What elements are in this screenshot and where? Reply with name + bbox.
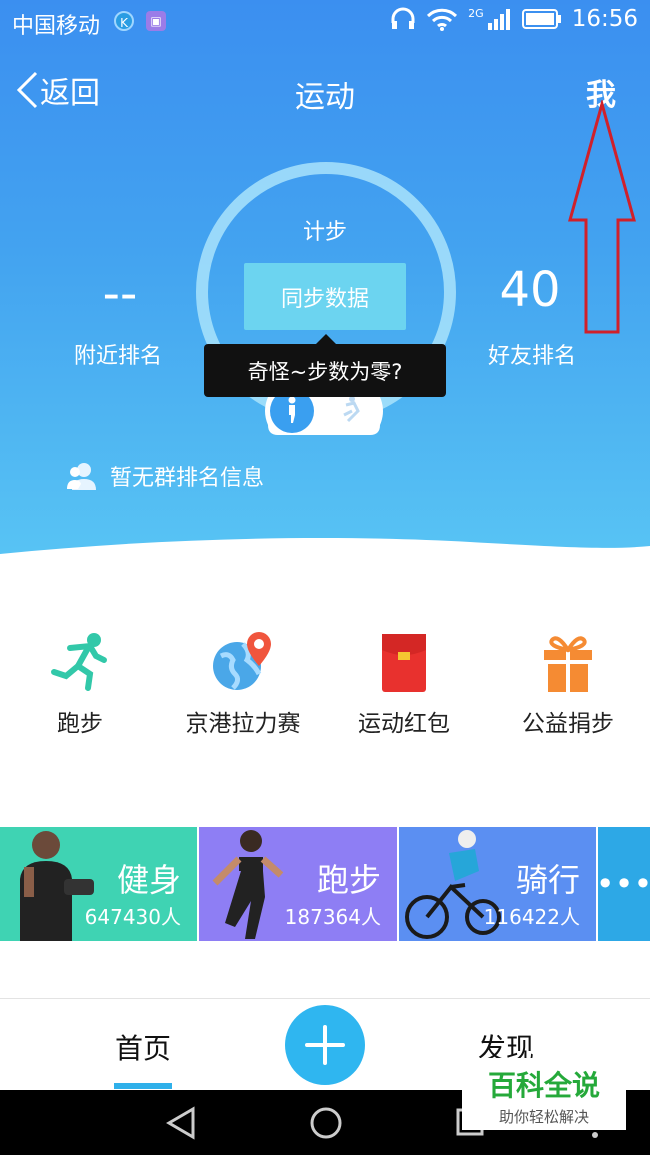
card-running[interactable]: 跑步 187364人 [199,827,397,941]
friend-rank-label[interactable]: 好友排名 [472,338,592,370]
card-title: 骑行 [515,861,580,899]
more-categories-button[interactable]: ••• [596,827,650,941]
watermark-subtitle: 助你轻松解决 [498,1108,589,1126]
quick-entry-label: 公益捐步 [522,711,614,737]
globe-pin-icon [213,632,271,690]
quick-entry-running[interactable]: 跑步 [0,630,160,738]
card-fitness[interactable]: 健身 647430人 [0,827,197,941]
nav-dot-icon [592,1132,598,1138]
card-cycling[interactable]: 骑行 116422人 [399,827,596,941]
card-participants: 647430人 [84,905,181,929]
group-rank-info[interactable]: 暂无群排名信息 [66,460,264,492]
quick-entry-label: 京港拉力赛 [185,711,301,737]
nearby-rank-value: -- [102,266,138,322]
battery-icon [521,9,561,29]
page-title: 运动 [295,80,355,115]
quick-entry-charity-steps[interactable]: 公益捐步 [488,630,648,738]
watermark-title: 百科全说 [487,1069,600,1102]
nearby-rank-label[interactable]: 附近排名 [58,338,178,370]
wifi-icon [427,8,458,31]
headphones-icon [391,7,415,29]
running-person-icon [51,633,107,691]
signal-icon [487,9,510,30]
card-participants: 187364人 [284,905,381,929]
card-title: 健身 [116,861,181,899]
nav-home-icon[interactable] [308,1105,344,1141]
app-notification-icon: K [114,11,134,31]
step-mode-label: 计步 [302,220,347,245]
group-rank-text: 暂无群排名信息 [110,466,265,491]
sync-data-button[interactable]: 同步数据 [244,263,406,330]
network-type: 2G [468,6,484,20]
tooltip-pointer [316,334,336,344]
quick-entry-label: 跑步 [57,711,103,737]
quick-entry-label: 运动红包 [358,711,450,737]
image-notification-icon: ▣ [146,11,166,31]
top-bar: 返回 运动 我 [0,60,650,120]
carrier-name: 中国移动 [12,14,101,39]
quick-entries: 跑步 京港拉力赛 运动红包 公益捐步 [0,630,650,740]
quick-entry-red-envelope[interactable]: 运动红包 [324,630,484,738]
gift-icon [544,636,592,692]
card-participants: 116422人 [483,905,580,929]
sport-category-cards: 健身 647430人 跑步 187364人 骑行 116422人 ••• [0,827,650,941]
header-wave [0,538,650,560]
status-bar: 中国移动 K ▣ 2G 16:56 [0,0,650,44]
plus-icon [305,1025,345,1065]
add-button[interactable] [285,1005,365,1085]
active-tab-indicator [114,1083,172,1089]
zero-steps-tooltip[interactable]: 奇怪~步数为零? [204,344,446,397]
quick-entry-rally[interactable]: 京港拉力赛 [163,630,323,738]
red-envelope-icon [382,634,426,692]
friend-rank-value: 40 [499,262,561,318]
watermark-logo: 百科全说 助你轻松解决 [462,1058,626,1130]
group-users-icon [67,463,96,490]
tab-home[interactable]: 首页 [115,1027,171,1067]
clock: 16:56 [571,6,638,32]
card-title: 跑步 [316,861,381,899]
nav-back-icon[interactable] [165,1106,197,1140]
